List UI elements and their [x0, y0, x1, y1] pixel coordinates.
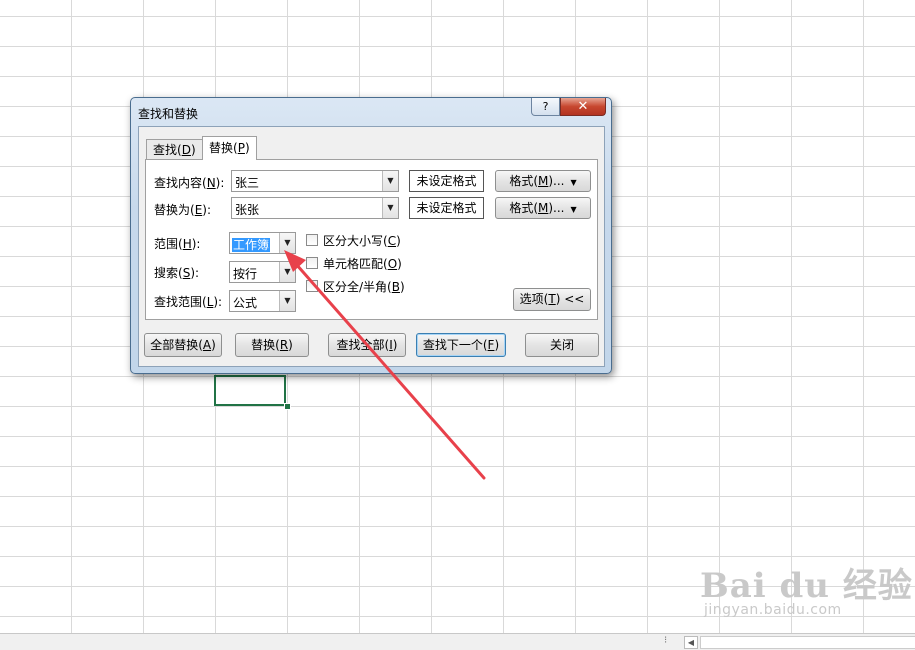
search-label: 搜索(S): [154, 266, 200, 280]
chevron-down-icon[interactable]: ▼ [382, 171, 398, 191]
dialog-body: 查找(D) 替换(P) 查找内容(N): 张三 ▼ 未设定格式 格式(M)...… [138, 126, 605, 367]
close-button[interactable]: 关闭 [525, 333, 599, 357]
help-button[interactable]: ? [531, 98, 560, 116]
replace-with-combo[interactable]: 张张 ▼ [231, 197, 399, 219]
within-value: 工作簿 [232, 238, 271, 252]
chevron-down-icon: ▼ [570, 205, 577, 214]
match-entire-cell-label[interactable]: 单元格匹配(O) [323, 255, 402, 272]
match-case-label[interactable]: 区分大小写(C) [323, 232, 401, 249]
find-format-preview: 未设定格式 [409, 170, 484, 192]
status-grip-icon[interactable]: ⁝ [664, 635, 668, 646]
find-next-button[interactable]: 查找下一个(F) [416, 333, 506, 357]
within-select[interactable]: 工作簿 ▼ [229, 232, 296, 254]
chevron-down-icon[interactable]: ▼ [279, 291, 295, 311]
options-toggle-button[interactable]: 选项(T) << [513, 288, 591, 311]
find-what-label: 查找内容(N): [154, 176, 225, 190]
look-in-label: 查找范围(L): [154, 295, 223, 309]
match-case-checkbox[interactable] [306, 234, 318, 246]
replace-all-button[interactable]: 全部替换(A) [144, 333, 222, 357]
replace-with-label: 替换为(E): [154, 203, 212, 217]
within-label: 范围(H): [154, 237, 201, 251]
replace-format-preview: 未设定格式 [409, 197, 484, 219]
fill-handle[interactable] [284, 403, 291, 410]
replace-button[interactable]: 替换(R) [235, 333, 309, 357]
replace-format-button[interactable]: 格式(M)... ▼ [495, 197, 591, 219]
look-in-value: 公式 [233, 296, 258, 310]
find-replace-dialog: 查找和替换 ? ✕ 查找(D) 替换(P) 查找内容(N): 张三 ▼ 未设定格… [130, 97, 612, 374]
find-what-combo[interactable]: 张三 ▼ [231, 170, 399, 192]
active-cell[interactable] [214, 375, 286, 406]
tab-find[interactable]: 查找(D) [146, 139, 203, 159]
match-width-checkbox[interactable] [306, 280, 318, 292]
replace-with-value: 张张 [235, 203, 260, 217]
search-order-select[interactable]: 按行 ▼ [229, 261, 296, 283]
dialog-title: 查找和替换 [138, 107, 199, 121]
tab-replace[interactable]: 替换(P) [202, 136, 257, 160]
replace-panel: 查找内容(N): 张三 ▼ 未设定格式 格式(M)... ▼ 替换为(E): 张张… [145, 159, 598, 320]
search-order-value: 按行 [233, 267, 258, 281]
find-what-value: 张三 [235, 176, 260, 190]
chevron-down-icon: ▼ [570, 178, 577, 187]
match-entire-cell-checkbox[interactable] [306, 257, 318, 269]
match-width-label[interactable]: 区分全/半角(B) [323, 278, 405, 295]
scroll-left-icon[interactable]: ◀ [684, 636, 698, 649]
watermark-url: jingyan.baidu.com [704, 602, 842, 618]
find-format-button[interactable]: 格式(M)... ▼ [495, 170, 591, 192]
horizontal-scrollbar[interactable] [700, 636, 915, 649]
status-bar: ⁝ ◀ [0, 633, 915, 650]
look-in-select[interactable]: 公式 ▼ [229, 290, 296, 312]
watermark-logo: Bai du 经验 [700, 566, 913, 606]
chevron-down-icon[interactable]: ▼ [382, 198, 398, 218]
baidu-watermark: Bai du 经验 jingyan.baidu.com [700, 558, 913, 618]
find-all-button[interactable]: 查找全部(I) [328, 333, 406, 357]
close-window-button[interactable]: ✕ [560, 98, 606, 116]
chevron-down-icon[interactable]: ▼ [279, 262, 295, 282]
chevron-down-icon[interactable]: ▼ [279, 233, 295, 253]
